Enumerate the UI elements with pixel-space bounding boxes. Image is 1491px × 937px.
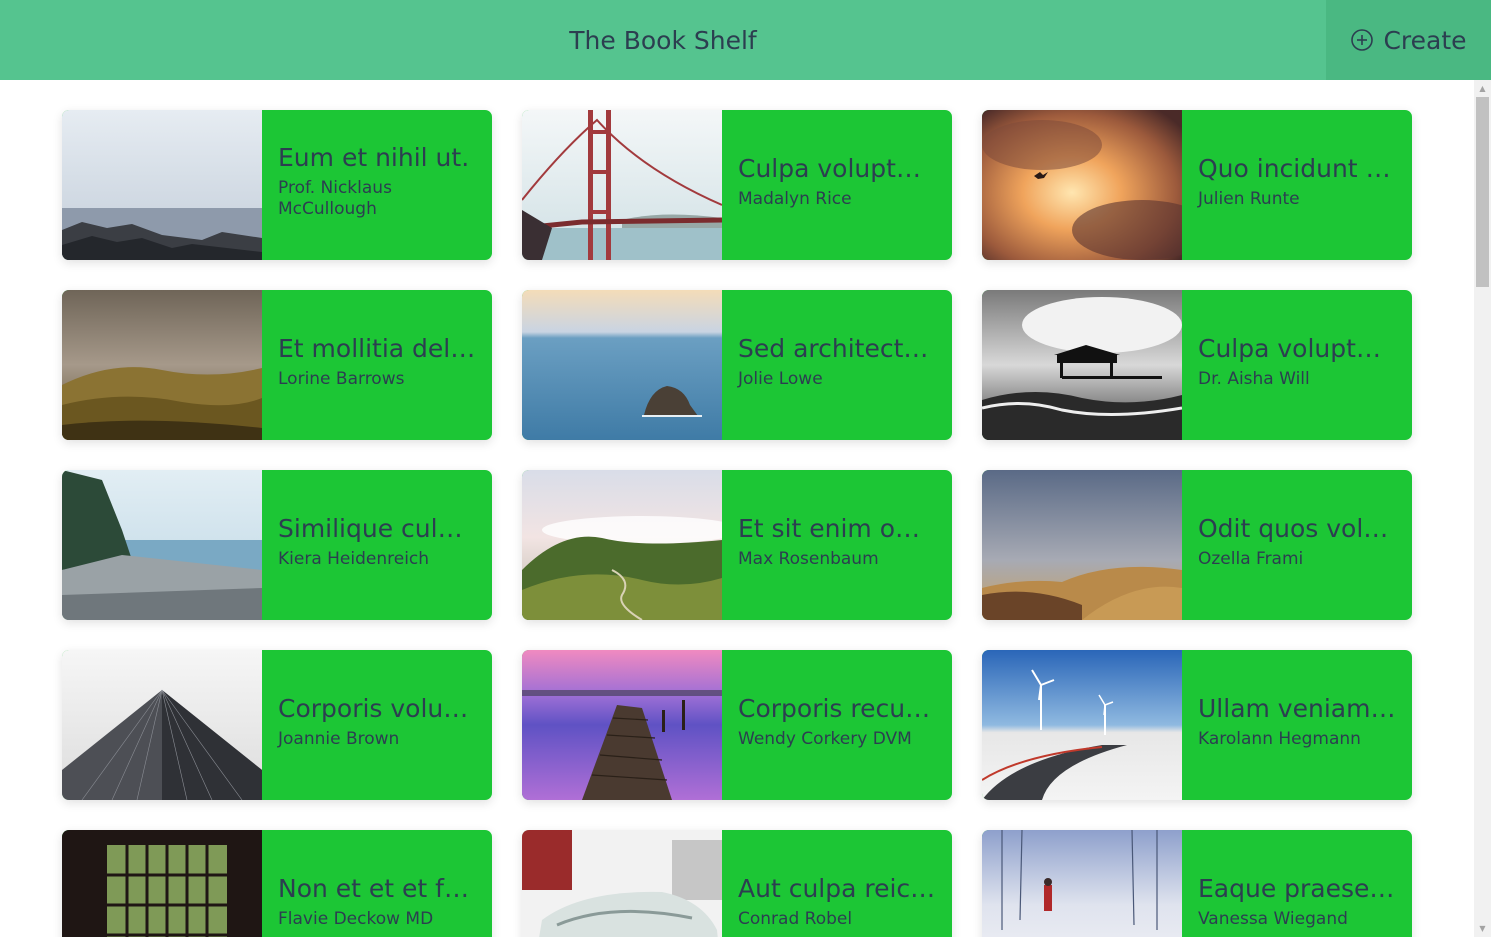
book-info: Quo incidunt a... Julien Runte: [1182, 110, 1412, 260]
book-author: Lorine Barrows: [278, 368, 405, 389]
book-info: Odit quos volu... Ozella Frami: [1182, 470, 1412, 620]
book-cover-image: [62, 110, 262, 260]
book-cover-image: [982, 470, 1182, 620]
book-cover-image: [982, 290, 1182, 440]
book-card[interactable]: Ullam veniam ... Karolann Hegmann: [982, 650, 1412, 800]
book-cover-image: [982, 830, 1182, 937]
app-header: The Book Shelf Create: [0, 0, 1491, 80]
book-info: Culpa voluptati... Dr. Aisha Will: [1182, 290, 1412, 440]
book-title: Culpa voluptati...: [1198, 333, 1396, 363]
book-cover-image: [62, 650, 262, 800]
book-card[interactable]: Non et et et fu... Flavie Deckow MD: [62, 830, 492, 937]
book-author: Madalyn Rice: [738, 188, 852, 209]
book-title: Quo incidunt a...: [1198, 153, 1396, 183]
book-cover-image: [522, 290, 722, 440]
book-card[interactable]: Aut culpa reici... Conrad Robel: [522, 830, 952, 937]
book-author: Flavie Deckow MD: [278, 908, 434, 929]
create-button-label: Create: [1383, 25, 1467, 55]
book-cover-image: [62, 290, 262, 440]
scrollbar-thumb[interactable]: [1476, 97, 1489, 287]
book-card[interactable]: Culpa voluptat... Madalyn Rice: [522, 110, 952, 260]
book-info: Et sit enim om... Max Rosenbaum: [722, 470, 952, 620]
book-title: Et mollitia dele...: [278, 333, 476, 363]
book-info: Eum et nihil ut. Prof. Nicklaus McCulloug…: [262, 110, 492, 260]
book-author: Dr. Aisha Will: [1198, 368, 1310, 389]
book-title: Et sit enim om...: [738, 513, 936, 543]
book-cover-image: [62, 830, 262, 937]
book-card[interactable]: Et mollitia dele... Lorine Barrows: [62, 290, 492, 440]
book-card[interactable]: Corporis volup... Joannie Brown: [62, 650, 492, 800]
book-author: Karolann Hegmann: [1198, 728, 1361, 749]
book-title: Corporis volup...: [278, 693, 476, 723]
book-info: Ullam veniam ... Karolann Hegmann: [1182, 650, 1412, 800]
book-cover-image: [522, 650, 722, 800]
book-card[interactable]: Sed architecto ... Jolie Lowe: [522, 290, 952, 440]
book-author: Kiera Heidenreich: [278, 548, 430, 569]
book-title: Non et et et fu...: [278, 873, 476, 903]
book-author: Vanessa Wiegand: [1198, 908, 1348, 929]
book-list-area: Eum et nihil ut. Prof. Nicklaus McCulloug…: [0, 80, 1474, 937]
page-title: The Book Shelf: [569, 26, 757, 55]
book-title: Corporis recus...: [738, 693, 936, 723]
book-info: Eaque praesen... Vanessa Wiegand: [1182, 830, 1412, 937]
book-card[interactable]: Eum et nihil ut. Prof. Nicklaus McCulloug…: [62, 110, 492, 260]
book-info: Corporis volup... Joannie Brown: [262, 650, 492, 800]
book-author: Julien Runte: [1198, 188, 1300, 209]
book-cover-image: [982, 650, 1182, 800]
book-info: Corporis recus... Wendy Corkery DVM: [722, 650, 952, 800]
create-button[interactable]: Create: [1326, 0, 1491, 80]
book-cover-image: [982, 110, 1182, 260]
book-info: Non et et et fu... Flavie Deckow MD: [262, 830, 492, 937]
book-title: Culpa voluptat...: [738, 153, 936, 183]
book-grid: Eum et nihil ut. Prof. Nicklaus McCulloug…: [62, 110, 1412, 937]
book-title: Odit quos volu...: [1198, 513, 1396, 543]
book-author: Conrad Robel: [738, 908, 853, 929]
book-author: Joannie Brown: [278, 728, 400, 749]
book-info: Similique culpa... Kiera Heidenreich: [262, 470, 492, 620]
book-info: Aut culpa reici... Conrad Robel: [722, 830, 952, 937]
book-info: Et mollitia dele... Lorine Barrows: [262, 290, 492, 440]
book-card[interactable]: Odit quos volu... Ozella Frami: [982, 470, 1412, 620]
book-cover-image: [522, 470, 722, 620]
book-title: Ullam veniam ...: [1198, 693, 1396, 723]
book-card[interactable]: Eaque praesen... Vanessa Wiegand: [982, 830, 1412, 937]
book-author: Max Rosenbaum: [738, 548, 879, 569]
book-title: Eaque praesen...: [1198, 873, 1396, 903]
book-cover-image: [522, 110, 722, 260]
book-info: Sed architecto ... Jolie Lowe: [722, 290, 952, 440]
book-card[interactable]: Corporis recus... Wendy Corkery DVM: [522, 650, 952, 800]
scroll-up-arrow-icon[interactable]: ▲: [1474, 80, 1491, 97]
book-info: Culpa voluptat... Madalyn Rice: [722, 110, 952, 260]
book-author: Wendy Corkery DVM: [738, 728, 912, 749]
book-card[interactable]: Culpa voluptati... Dr. Aisha Will: [982, 290, 1412, 440]
vertical-scrollbar[interactable]: ▲ ▼: [1474, 80, 1491, 937]
book-card[interactable]: Similique culpa... Kiera Heidenreich: [62, 470, 492, 620]
book-card[interactable]: Quo incidunt a... Julien Runte: [982, 110, 1412, 260]
book-cover-image: [62, 470, 262, 620]
book-author: Prof. Nicklaus McCullough: [278, 178, 392, 219]
book-title: Sed architecto ...: [738, 333, 936, 363]
book-author: Ozella Frami: [1198, 548, 1304, 569]
book-cover-image: [522, 830, 722, 937]
scroll-down-arrow-icon[interactable]: ▼: [1474, 920, 1491, 937]
book-title: Aut culpa reici...: [738, 873, 936, 903]
plus-circle-icon: [1351, 29, 1374, 51]
book-title: Eum et nihil ut.: [278, 143, 470, 172]
book-author: Jolie Lowe: [738, 368, 823, 389]
book-card[interactable]: Et sit enim om... Max Rosenbaum: [522, 470, 952, 620]
book-title: Similique culpa...: [278, 513, 476, 543]
